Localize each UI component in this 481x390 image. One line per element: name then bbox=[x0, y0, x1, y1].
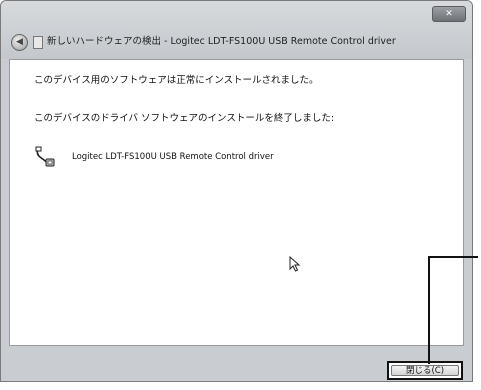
back-button[interactable]: ◀ bbox=[11, 34, 28, 51]
wizard-icon bbox=[33, 36, 43, 49]
button-bar: 閉じる(C) bbox=[1, 346, 472, 381]
device-name: Logitec LDT-FS100U USB Remote Control dr… bbox=[72, 152, 274, 162]
content-pane: このデバイス用のソフトウェアは正常にインストールされました。 このデバイスのドラ… bbox=[9, 59, 464, 346]
mouse-cursor-icon bbox=[289, 256, 301, 272]
window-title: 新しいハードウェアの検出 - Logitec LDT-FS100U USB Re… bbox=[47, 36, 396, 47]
back-arrow-icon: ◀ bbox=[16, 37, 23, 47]
title-bar: ✕ ◀ 新しいハードウェアの検出 - Logitec LDT-FS100U US… bbox=[1, 1, 472, 59]
install-finished-message: このデバイスのドライバ ソフトウェアのインストールを終了しました: bbox=[34, 113, 335, 124]
close-icon: ✕ bbox=[445, 9, 453, 19]
callout-line-horizontal bbox=[428, 256, 478, 258]
wizard-window: ✕ ◀ 新しいハードウェアの検出 - Logitec LDT-FS100U US… bbox=[0, 0, 473, 382]
usb-cable-icon bbox=[35, 146, 55, 167]
window-close-button[interactable]: ✕ bbox=[432, 6, 466, 22]
install-success-message: このデバイス用のソフトウェアは正常にインストールされました。 bbox=[34, 75, 319, 86]
close-dialog-button[interactable]: 閉じる(C) bbox=[387, 361, 463, 380]
callout-line-vertical bbox=[428, 256, 430, 364]
close-dialog-label: 閉じる(C) bbox=[391, 365, 459, 376]
